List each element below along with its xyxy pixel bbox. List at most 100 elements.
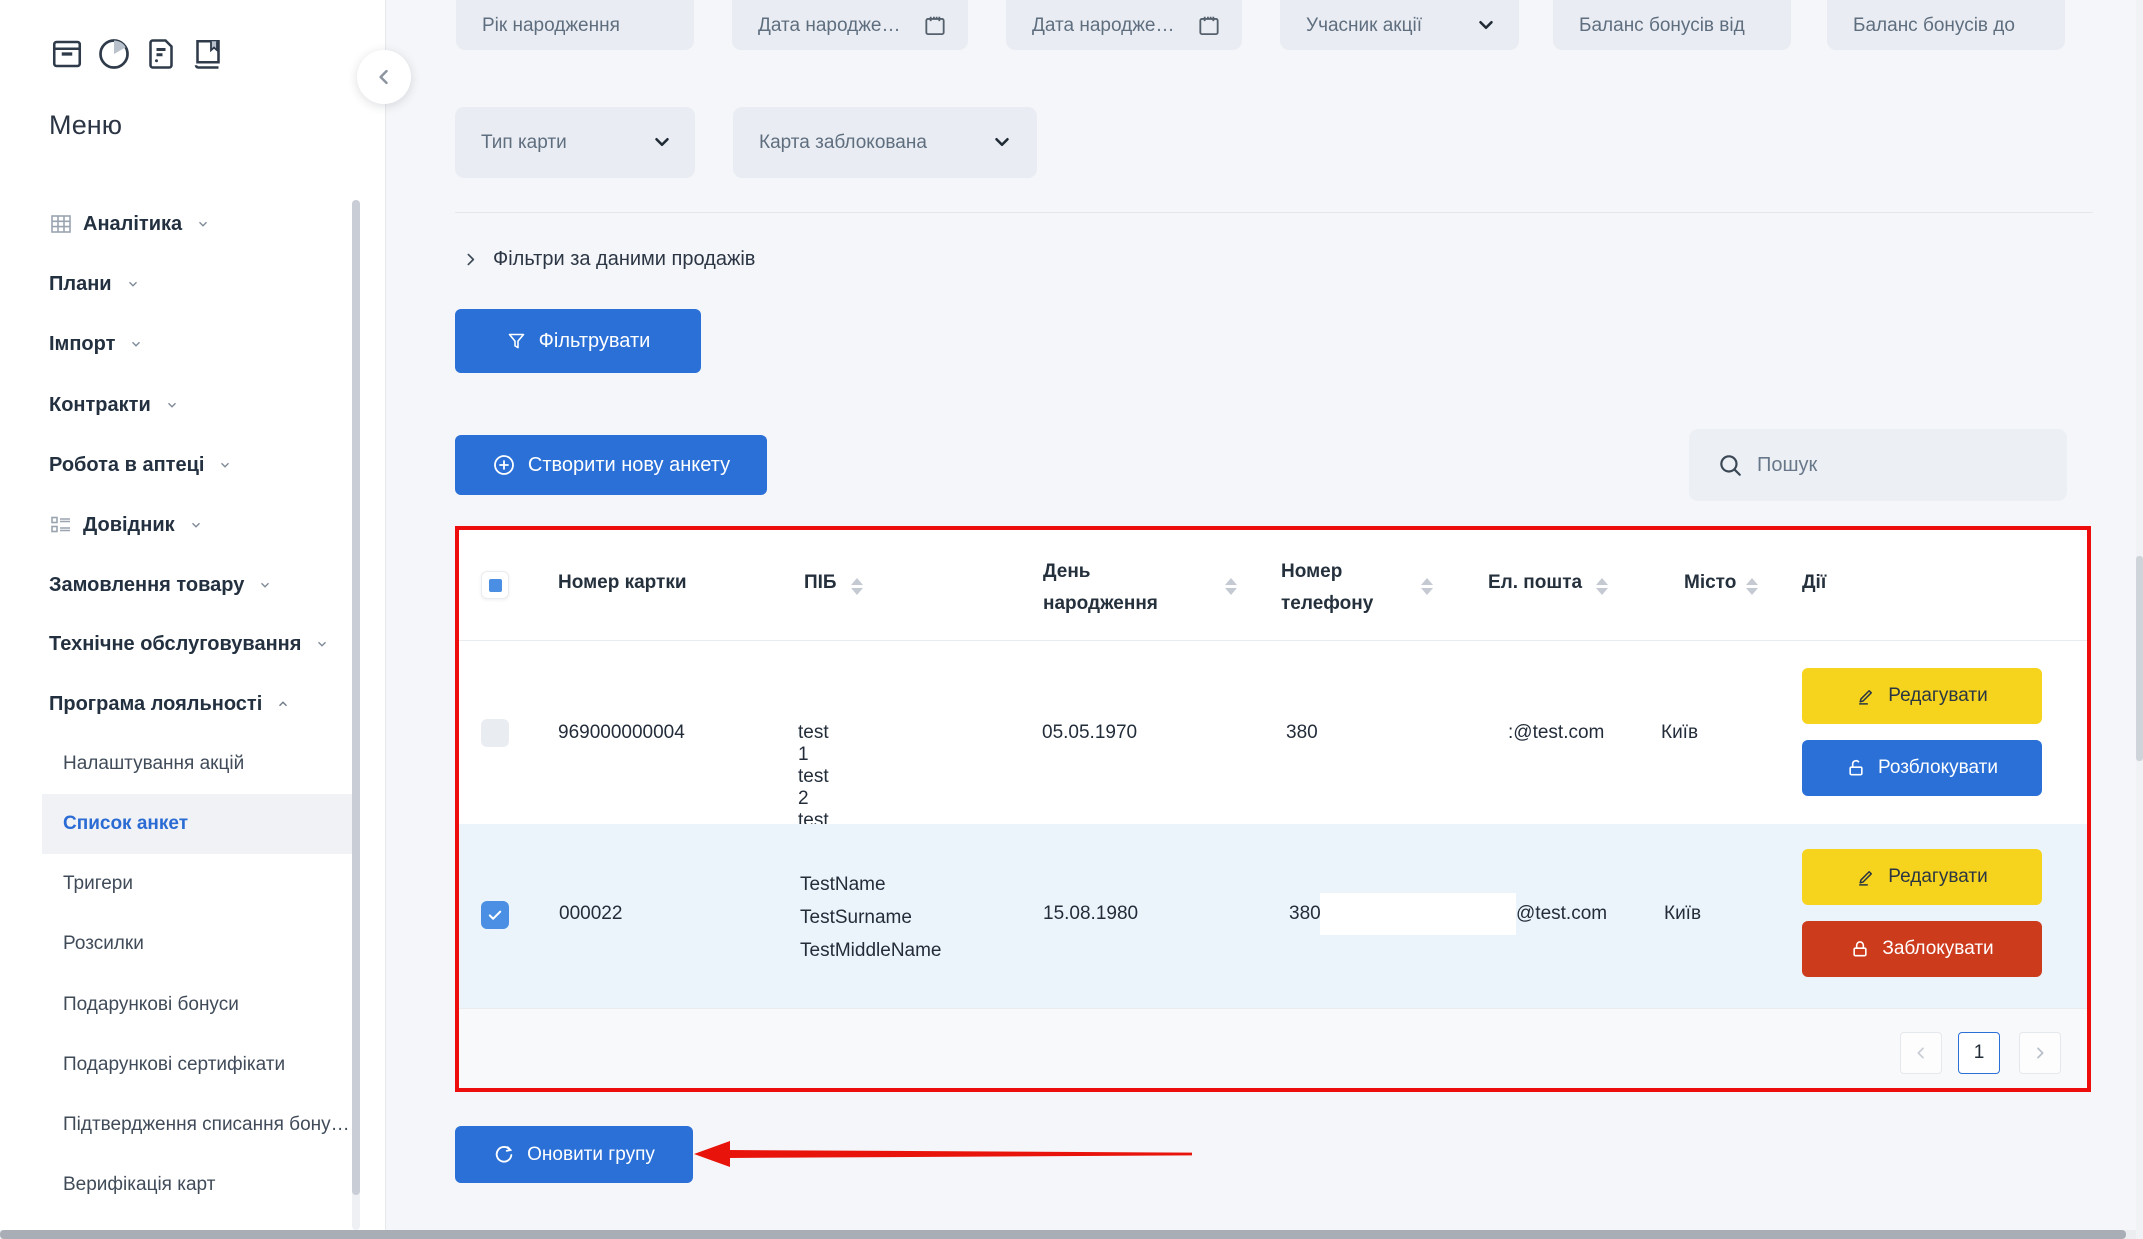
divider	[455, 212, 2093, 213]
sidebar-subitem-triggers[interactable]: Тригери	[63, 870, 133, 898]
calendar-icon	[922, 13, 948, 39]
sidebar-item-plans[interactable]: Плани	[49, 269, 140, 299]
bonus-balance-to-field[interactable]: Баланс бонусів до	[1827, 0, 2065, 50]
chevron-down-icon	[129, 337, 143, 351]
row-checkbox-checked[interactable]	[481, 901, 509, 929]
chevron-down-icon	[196, 217, 210, 231]
chevron-right-icon	[462, 251, 479, 268]
sales-filters-toggle[interactable]: Фільтри за даними продажів	[462, 248, 755, 271]
unblock-button[interactable]: Розблокувати	[1802, 740, 2042, 796]
annotation-arrow	[692, 1138, 1194, 1170]
pagination-prev-button[interactable]	[1900, 1032, 1942, 1074]
chevron-down-icon	[651, 131, 673, 153]
chevron-left-icon	[1913, 1045, 1929, 1061]
sidebar-subitem-card-verification[interactable]: Верифікація карт	[63, 1171, 215, 1199]
birth-year-field[interactable]: Рік народження	[456, 0, 694, 50]
cell-card-number: 000022	[559, 903, 622, 925]
sidebar-item-pharmacy-work[interactable]: Робота в аптеці	[49, 450, 232, 480]
chevron-down-icon	[1475, 14, 1497, 36]
cell-birthday: 15.08.1980	[1043, 903, 1138, 925]
calendar-icon	[1196, 13, 1222, 39]
sidebar-item-maintenance[interactable]: Технічне обслуговування	[49, 629, 329, 659]
sidebar-subitem-questionnaire-list[interactable]: Список анкет	[63, 810, 188, 838]
pagination-page-1[interactable]: 1	[1958, 1032, 2000, 1074]
divider	[459, 640, 2087, 641]
chevron-down-icon	[991, 131, 1013, 153]
cell-email: :@test.com	[1508, 722, 1604, 744]
chevron-left-icon	[374, 67, 394, 87]
logo-icons	[49, 36, 226, 72]
pie-chart-icon[interactable]	[96, 36, 132, 72]
row-checkbox[interactable]	[481, 719, 509, 747]
cell-birthday: 05.05.1970	[1042, 722, 1137, 744]
chevron-down-icon	[165, 398, 179, 412]
edit-button[interactable]: Редагувати	[1802, 668, 2042, 724]
birth-date-from-field[interactable]: Дата народже…	[732, 0, 968, 50]
horizontal-scrollbar-thumb[interactable]	[0, 1230, 2126, 1239]
chevron-down-icon	[258, 578, 272, 592]
column-header-phone[interactable]: Номер телефону	[1281, 556, 1401, 620]
card-blocked-select[interactable]: Карта заблокована	[733, 107, 1037, 178]
bonus-balance-from-field[interactable]: Баланс бонусів від	[1553, 0, 1791, 50]
sidebar-subitem-promo-settings[interactable]: Налаштування акцій	[63, 750, 244, 778]
search-icon	[1717, 452, 1743, 478]
sidebar-subitem-gift-certificates[interactable]: Подарункові сертифікати	[63, 1051, 285, 1079]
create-questionnaire-button[interactable]: Створити нову анкету	[455, 435, 767, 495]
column-header-name[interactable]: ПІБ	[804, 572, 837, 594]
pencil-icon	[1856, 686, 1876, 706]
vertical-scrollbar-thumb[interactable]	[2136, 556, 2143, 761]
sidebar-item-import[interactable]: Імпорт	[49, 329, 143, 359]
table-footer	[459, 1008, 2087, 1088]
pencil-icon	[1856, 867, 1876, 887]
chevron-down-icon	[315, 637, 329, 651]
box-icon[interactable]	[49, 36, 85, 72]
search-box[interactable]	[1689, 429, 2067, 501]
sort-icon[interactable]	[1225, 573, 1237, 599]
cell-card-number: 969000000004	[558, 722, 685, 744]
column-header-city[interactable]: Місто	[1684, 572, 1736, 594]
sort-icon[interactable]	[851, 573, 863, 599]
column-header-email[interactable]: Ел. пошта	[1488, 572, 1582, 594]
sidebar-collapse-button[interactable]	[357, 50, 411, 104]
sidebar-item-contracts[interactable]: Контракти	[49, 390, 179, 420]
search-input[interactable]	[1757, 454, 2037, 477]
sidebar-subitem-mailings[interactable]: Розсилки	[63, 930, 144, 958]
lock-icon	[1850, 939, 1870, 959]
column-header-birthday[interactable]: День народження	[1043, 556, 1195, 620]
sidebar-item-directory[interactable]: Довідник	[49, 510, 203, 540]
unlock-icon	[1846, 758, 1866, 778]
select-all-checkbox[interactable]	[481, 571, 509, 599]
redaction-overlay	[1320, 893, 1516, 935]
list-icon	[49, 513, 73, 537]
book-icon[interactable]	[190, 36, 226, 72]
refresh-icon	[493, 1144, 515, 1166]
column-header-card-number[interactable]: Номер картки	[558, 572, 687, 594]
block-button[interactable]: Заблокувати	[1802, 921, 2042, 977]
sidebar-subitem-gift-bonuses[interactable]: Подарункові бонуси	[63, 991, 239, 1019]
cell-name: TestName TestSurname TestMiddleName	[800, 868, 942, 967]
sidebar-item-goods-order[interactable]: Замовлення товару	[49, 570, 272, 600]
filter-button[interactable]: Фільтрувати	[455, 309, 701, 373]
cell-email: @test.com	[1516, 903, 1607, 925]
card-type-select[interactable]: Тип карти	[455, 107, 695, 178]
sidebar-scrollbar-thumb[interactable]	[352, 200, 360, 1195]
document-icon[interactable]	[143, 36, 179, 72]
grid-icon	[49, 212, 73, 236]
pagination-next-button[interactable]	[2019, 1032, 2061, 1074]
sort-icon[interactable]	[1746, 573, 1758, 599]
promo-participant-select[interactable]: Учасник акції	[1280, 0, 1519, 50]
chevron-down-icon	[218, 458, 232, 472]
sidebar-item-loyalty-program[interactable]: Програма лояльності	[49, 689, 290, 719]
update-group-button[interactable]: Оновити групу	[455, 1126, 693, 1183]
sort-icon[interactable]	[1596, 573, 1608, 599]
birth-date-to-field[interactable]: Дата народже…	[1006, 0, 1242, 50]
sort-icon[interactable]	[1421, 573, 1433, 599]
chevron-down-icon	[126, 277, 140, 291]
sidebar-subitem-bonus-writeoff-confirm[interactable]: Підтвердження списання бону…	[63, 1111, 350, 1139]
funnel-icon	[506, 331, 527, 352]
sidebar-item-analytics[interactable]: Аналітика	[49, 209, 210, 239]
menu-title: Меню	[49, 110, 122, 141]
cell-city: Київ	[1661, 722, 1698, 744]
cell-city: Київ	[1664, 903, 1701, 925]
edit-button[interactable]: Редагувати	[1802, 849, 2042, 905]
